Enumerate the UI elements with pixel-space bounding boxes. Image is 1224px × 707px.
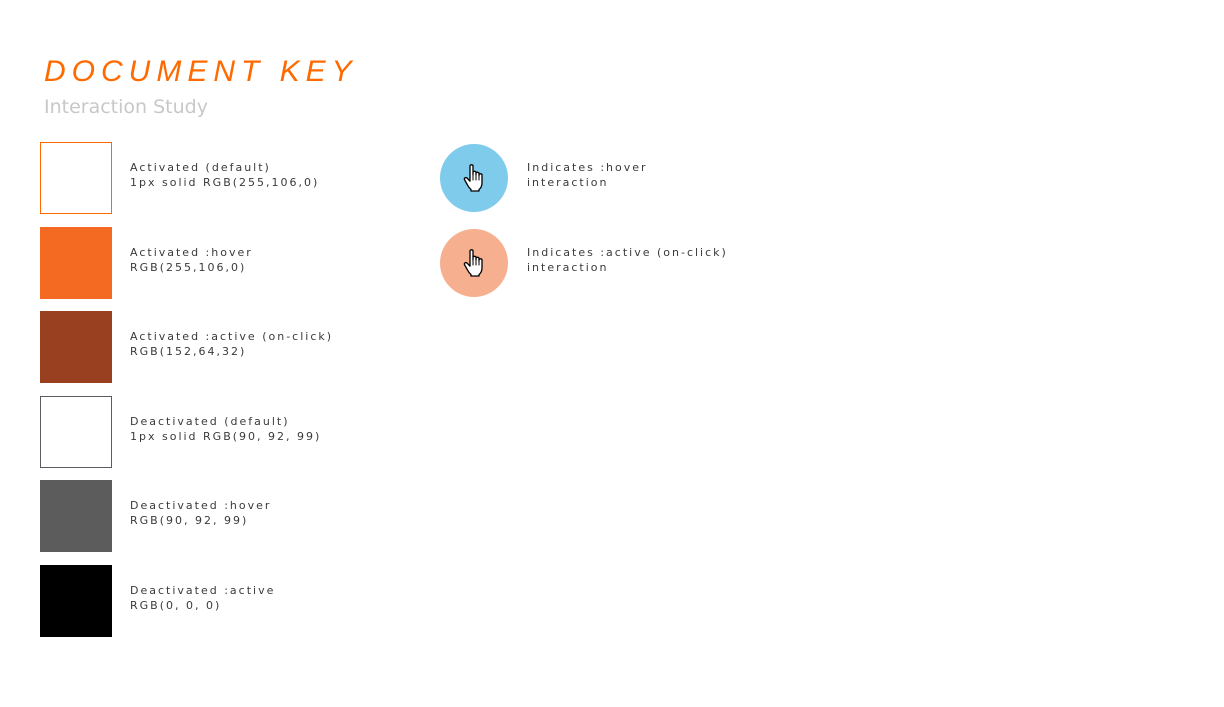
indicator-label: Indicates :active (on-click) <box>527 245 728 259</box>
swatch-detail: RGB(90, 92, 99) <box>130 514 249 528</box>
swatch-row-activated-active: Activated :active (on-click) RGB(152,64,… <box>40 311 420 384</box>
hand-pointer-icon <box>463 248 483 277</box>
swatch-detail: 1px solid RGB(255,106,0) <box>130 176 320 189</box>
swatch-label: Deactivated (default) <box>130 414 290 428</box>
indicator-description: Indicates :hover interaction <box>527 160 648 190</box>
swatch-description: Deactivated :hover RGB(90, 92, 99) <box>130 498 271 528</box>
active-indicator-circle <box>440 228 508 297</box>
swatch-deactivated-default <box>40 395 112 468</box>
swatch-description: Deactivated :active RGB(0, 0, 0) <box>130 583 275 613</box>
swatch-detail: 1px solid RGB(90, 92, 99) <box>130 429 322 443</box>
interaction-indicator-list: Indicates :hover interaction Indicates :… <box>440 144 800 313</box>
indicator-description: Indicates :active (on-click) interaction <box>527 245 728 275</box>
swatch-activated-default <box>40 142 112 214</box>
hand-pointer-icon <box>463 164 483 192</box>
indicator-label: Indicates :hover <box>527 161 648 174</box>
swatch-label: Activated (default) <box>130 161 271 174</box>
swatch-description: Activated (default) 1px solid RGB(255,10… <box>130 160 319 190</box>
swatch-activated-active <box>40 311 112 384</box>
swatch-description: Activated :active (on-click) RGB(152,64,… <box>130 329 333 359</box>
swatch-label: Deactivated :hover <box>130 499 272 513</box>
indicator-label-line2: interaction <box>527 260 609 274</box>
swatch-description: Deactivated (default) 1px solid RGB(90, … <box>130 414 321 444</box>
indicator-label-line2: interaction <box>527 176 609 189</box>
page-title: DOCUMENT KEY <box>44 55 358 88</box>
page-subtitle: Interaction Study <box>44 96 208 118</box>
swatch-deactivated-hover <box>40 480 112 553</box>
swatch-description: Activated :hover RGB(255,106,0) <box>130 245 253 275</box>
swatch-row-activated-default: Activated (default) 1px solid RGB(255,10… <box>40 142 420 214</box>
swatch-label: Activated :hover <box>130 245 253 259</box>
swatch-row-deactivated-active: Deactivated :active RGB(0, 0, 0) <box>40 564 420 637</box>
swatch-detail: RGB(255,106,0) <box>130 260 247 274</box>
hover-indicator-circle <box>440 144 508 212</box>
swatch-detail: RGB(0, 0, 0) <box>130 598 222 612</box>
indicator-row-hover: Indicates :hover interaction <box>440 144 800 212</box>
swatch-deactivated-active <box>40 564 112 637</box>
swatch-row-deactivated-default: Deactivated (default) 1px solid RGB(90, … <box>40 395 420 468</box>
swatch-label: Activated :active (on-click) <box>130 330 334 344</box>
swatch-row-activated-hover: Activated :hover RGB(255,106,0) <box>40 226 420 299</box>
swatch-key-list: Activated (default) 1px solid RGB(255,10… <box>40 142 420 650</box>
swatch-label: Deactivated :active <box>130 583 276 597</box>
swatch-activated-hover <box>40 226 112 299</box>
swatch-row-deactivated-hover: Deactivated :hover RGB(90, 92, 99) <box>40 480 420 553</box>
swatch-detail: RGB(152,64,32) <box>130 345 247 359</box>
indicator-row-active: Indicates :active (on-click) interaction <box>440 228 800 297</box>
